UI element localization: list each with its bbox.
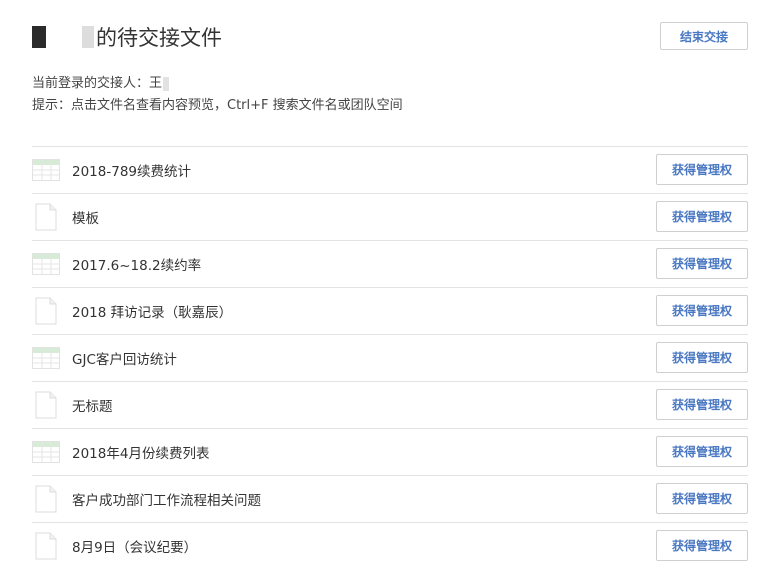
document-icon <box>32 297 60 325</box>
file-row[interactable]: 2018 拜访记录（耿嘉辰） 获得管理权 <box>32 288 748 335</box>
file-name-link[interactable]: 模板 <box>72 207 99 227</box>
page-header: 的待交接文件 结束交接 <box>32 18 748 54</box>
hint-text: 提示：点击文件名查看内容预览，Ctrl+F 搜索文件名或团队空间 <box>32 98 403 113</box>
get-admin-rights-button[interactable]: 获得管理权 <box>656 483 748 514</box>
file-name-link[interactable]: 2017.6~18.2续约率 <box>72 254 201 274</box>
end-handover-button[interactable]: 结束交接 <box>660 22 748 50</box>
file-row[interactable]: 2017.6~18.2续约率 获得管理权 <box>32 241 748 288</box>
get-admin-rights-button[interactable]: 获得管理权 <box>656 530 748 561</box>
file-row[interactable]: 无标题 获得管理权 <box>32 382 748 429</box>
page-title: 的待交接文件 <box>32 22 222 52</box>
file-row[interactable]: 2018-789续费统计 获得管理权 <box>32 147 748 194</box>
redacted-name-block-light <box>82 26 94 48</box>
file-row[interactable]: 2018年4月份续费列表 获得管理权 <box>32 429 748 476</box>
file-list: 2018-789续费统计 获得管理权 模板 获得管理权 2017.6~18.2续约率 获得… <box>32 146 748 569</box>
file-name-link[interactable]: 2018 拜访记录（耿嘉辰） <box>72 301 232 321</box>
redacted-name-block <box>32 26 46 48</box>
spreadsheet-icon <box>32 438 60 466</box>
get-admin-rights-button[interactable]: 获得管理权 <box>656 154 748 185</box>
file-row[interactable]: 8月9日（会议纪要） 获得管理权 <box>32 523 748 569</box>
file-name-link[interactable]: 客户成功部门工作流程相关问题 <box>72 489 261 509</box>
file-row[interactable]: 客户成功部门工作流程相关问题 获得管理权 <box>32 476 748 523</box>
page-title-text: 的待交接文件 <box>96 26 222 50</box>
get-admin-rights-button[interactable]: 获得管理权 <box>656 248 748 279</box>
file-row[interactable]: 模板 获得管理权 <box>32 194 748 241</box>
spreadsheet-icon <box>32 250 60 278</box>
current-user-label: 当前登录的交接人：王 <box>32 76 163 91</box>
redacted-user-name <box>163 77 170 91</box>
file-row[interactable]: GJC客户回访统计 获得管理权 <box>32 335 748 382</box>
document-icon <box>32 485 60 513</box>
get-admin-rights-button[interactable]: 获得管理权 <box>656 436 748 467</box>
spreadsheet-icon <box>32 344 60 372</box>
get-admin-rights-button[interactable]: 获得管理权 <box>656 201 748 232</box>
spreadsheet-icon <box>32 156 60 184</box>
document-icon <box>32 203 60 231</box>
document-icon <box>32 532 60 560</box>
file-name-link[interactable]: 2018年4月份续费列表 <box>72 442 209 462</box>
file-name-link[interactable]: 2018-789续费统计 <box>72 160 191 180</box>
get-admin-rights-button[interactable]: 获得管理权 <box>656 295 748 326</box>
file-name-link[interactable]: GJC客户回访统计 <box>72 348 177 368</box>
get-admin-rights-button[interactable]: 获得管理权 <box>656 389 748 420</box>
file-name-link[interactable]: 无标题 <box>72 395 113 415</box>
handover-info: 当前登录的交接人：王 提示：点击文件名查看内容预览，Ctrl+F 搜索文件名或团… <box>32 73 403 117</box>
get-admin-rights-button[interactable]: 获得管理权 <box>656 342 748 373</box>
document-icon <box>32 391 60 419</box>
file-name-link[interactable]: 8月9日（会议纪要） <box>72 536 197 556</box>
current-user-line: 当前登录的交接人：王 <box>32 73 403 95</box>
